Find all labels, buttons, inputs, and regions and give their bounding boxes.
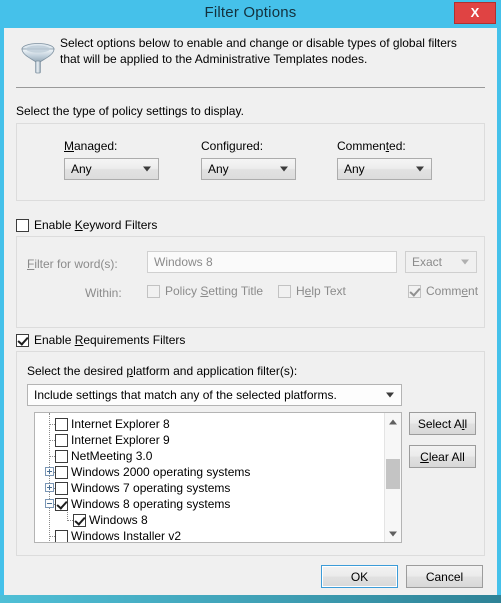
scroll-down-button[interactable] — [385, 525, 401, 542]
filter-options-dialog: Filter Options X Select options below to… — [0, 0, 501, 603]
policy-settings-group: Managed: Any Configured: Any Commented: … — [16, 123, 485, 201]
commented-label: Commented: — [337, 139, 406, 153]
tree-scrollbar[interactable] — [384, 413, 401, 542]
tree-item-checkbox[interactable] — [55, 417, 68, 431]
tree-item[interactable]: Windows 8 — [35, 512, 384, 528]
within-help-text-checkbox[interactable]: Help Text — [278, 284, 346, 298]
platform-match-mode-value: Include settings that match any of the s… — [34, 388, 337, 402]
tree-item-checkbox[interactable] — [55, 481, 68, 495]
configured-label: Configured: — [201, 139, 264, 153]
scrollbar-thumb[interactable] — [386, 459, 400, 489]
enable-requirements-filters-label: Enable Requirements Filters — [34, 333, 186, 347]
checkbox-box — [16, 333, 29, 347]
cancel-label: Cancel — [425, 569, 464, 584]
tree-collapse-icon[interactable] — [45, 499, 54, 508]
within-label: Within: — [85, 286, 122, 300]
tree-item-checkbox[interactable] — [73, 513, 86, 527]
tree-item[interactable]: Internet Explorer 8 — [35, 416, 384, 432]
funnel-icon — [21, 43, 55, 74]
checkbox-box — [16, 218, 29, 232]
match-mode-value: Exact — [412, 255, 443, 269]
platform-match-mode-dropdown[interactable]: Include settings that match any of the s… — [27, 384, 402, 406]
filter-words-input[interactable]: Windows 8 — [147, 251, 397, 273]
keyword-filters-group: Filter for word(s): Windows 8 Exact With… — [16, 236, 485, 328]
filter-words-value: Windows 8 — [154, 255, 213, 269]
tree-item-checkbox[interactable] — [55, 433, 68, 447]
tree-item[interactable]: Windows 8 operating systems — [35, 496, 384, 512]
configured-dropdown[interactable]: Any — [201, 158, 296, 180]
enable-requirements-filters-checkbox[interactable]: Enable Requirements Filters — [16, 333, 185, 347]
tree-item-checkbox[interactable] — [55, 497, 68, 511]
clear-all-button[interactable]: Clear All — [409, 445, 476, 468]
select-all-button[interactable]: Select All — [409, 412, 476, 435]
title-bar: Filter Options X — [0, 0, 501, 28]
tree-item[interactable]: Internet Explorer 9 — [35, 432, 384, 448]
tree-item[interactable]: Windows 2000 operating systems — [35, 464, 384, 480]
tree-item-label: NetMeeting 3.0 — [71, 449, 153, 463]
tree-item-checkbox[interactable] — [55, 529, 68, 542]
managed-value: Any — [71, 162, 92, 176]
within-policy-setting-title-label: Policy Setting Title — [165, 284, 264, 298]
commented-dropdown[interactable]: Any — [337, 158, 432, 180]
header-description: Select options below to enable and chang… — [60, 36, 457, 66]
clear-all-label: Clear All — [420, 449, 465, 464]
tree-item-label: Windows 2000 operating systems — [71, 465, 251, 479]
tree-item-label: Windows 8 operating systems — [71, 497, 231, 511]
tree-item[interactable]: NetMeeting 3.0 — [35, 448, 384, 464]
platform-filter-instruction: Select the desired platform and applicat… — [27, 364, 298, 378]
close-button[interactable]: X — [454, 2, 496, 24]
enable-keyword-filters-label: Enable Keyword Filters — [34, 218, 158, 232]
chevron-down-icon — [280, 166, 288, 172]
tree-connector — [67, 512, 69, 521]
window-title: Filter Options — [204, 4, 297, 21]
dialog-client-area: Select options below to enable and chang… — [4, 28, 497, 595]
checkbox-box — [278, 284, 291, 298]
select-all-label: Select All — [417, 416, 468, 431]
filter-for-words-label: Filter for word(s): — [27, 257, 118, 271]
managed-dropdown[interactable]: Any — [64, 158, 159, 180]
tree-item-label: Windows Installer v2 — [71, 529, 182, 542]
chevron-down-icon — [389, 531, 397, 536]
window-bottom-edge — [0, 595, 501, 603]
tree-item-label: Internet Explorer 8 — [71, 417, 170, 431]
close-icon: X — [470, 5, 480, 20]
dialog-header: Select options below to enable and chang… — [4, 28, 497, 89]
tree-item-checkbox[interactable] — [55, 449, 68, 463]
checkbox-box — [147, 284, 160, 298]
match-mode-dropdown[interactable]: Exact — [405, 251, 477, 273]
within-comment-label: Comment — [426, 284, 479, 298]
tree-item[interactable]: Windows 7 operating systems — [35, 480, 384, 496]
enable-keyword-filters-checkbox[interactable]: Enable Keyword Filters — [16, 218, 157, 232]
tree-item-label: Windows 8 — [89, 513, 148, 527]
platform-tree-items: Internet Explorer 8 Internet Explorer 9 … — [35, 413, 384, 542]
tree-expand-icon[interactable] — [45, 483, 54, 492]
configured-value: Any — [208, 162, 229, 176]
managed-label: Managed: — [64, 139, 118, 153]
platform-tree-list[interactable]: Internet Explorer 8 Internet Explorer 9 … — [34, 412, 402, 543]
header-divider — [16, 87, 485, 88]
requirements-filters-group: Select the desired platform and applicat… — [16, 351, 485, 556]
scroll-up-button[interactable] — [385, 413, 401, 430]
tree-item[interactable]: Windows Installer v2 — [35, 528, 384, 542]
chevron-up-icon — [389, 419, 397, 424]
chevron-down-icon — [143, 166, 151, 172]
within-comment-checkbox[interactable]: Comment — [408, 284, 478, 298]
policy-settings-instruction: Select the type of policy settings to di… — [16, 104, 244, 118]
within-help-text-label: Help Text — [296, 284, 346, 298]
chevron-down-icon — [416, 166, 424, 172]
commented-value: Any — [344, 162, 365, 176]
chevron-down-icon — [461, 259, 469, 265]
chevron-down-icon — [386, 392, 394, 398]
tree-item-label: Windows 7 operating systems — [71, 481, 231, 495]
checkbox-box — [408, 284, 421, 298]
ok-button[interactable]: OK — [321, 565, 398, 588]
tree-item-label: Internet Explorer 9 — [71, 433, 170, 447]
tree-expand-icon[interactable] — [45, 467, 54, 476]
tree-item-checkbox[interactable] — [55, 465, 68, 479]
ok-label: OK — [350, 569, 369, 584]
within-policy-setting-title-checkbox[interactable]: Policy Setting Title — [147, 284, 263, 298]
cancel-button[interactable]: Cancel — [406, 565, 483, 588]
